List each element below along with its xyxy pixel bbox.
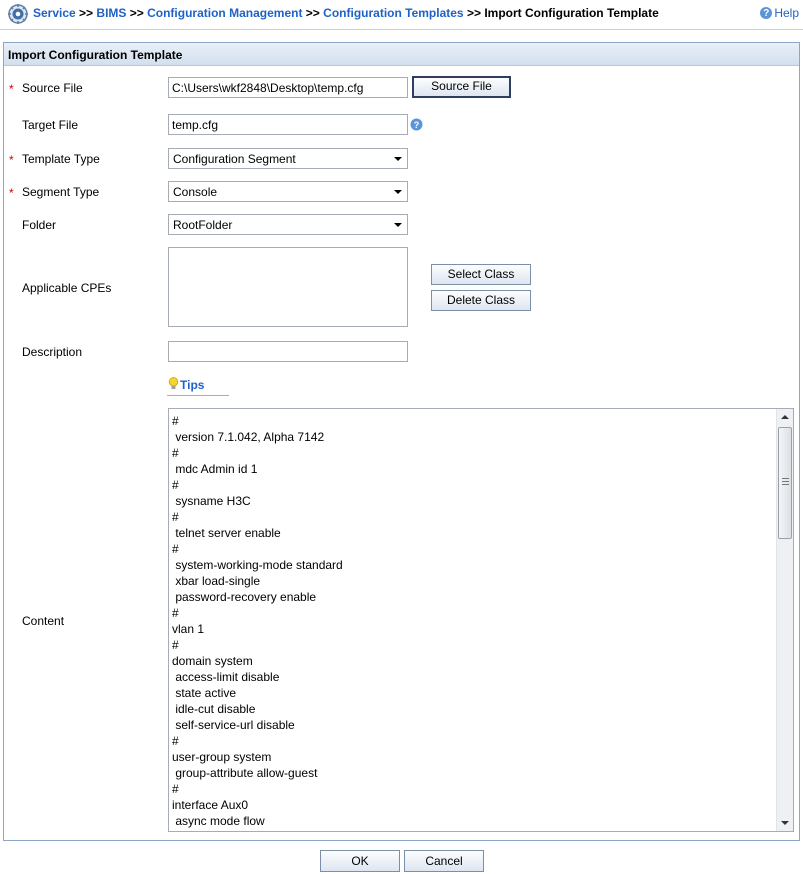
template-type-value: Configuration Segment (173, 152, 296, 166)
svg-text:?: ? (414, 120, 420, 130)
content-line: link-protocol ppp (172, 829, 343, 831)
source-file-input[interactable]: C:\Users\wkf2848\Desktop\temp.cfg (168, 77, 408, 98)
breadcrumb-separator: >> (129, 6, 144, 20)
content-line: state active (172, 686, 237, 700)
content-line: # (172, 478, 179, 492)
content-line: vlan 1 (172, 622, 205, 636)
required-marker: * (9, 186, 14, 200)
content-line: interface Aux0 (172, 798, 249, 812)
source-file-label: Source File (22, 81, 83, 95)
help-icon: ? (760, 7, 773, 19)
breadcrumb: Service >> BIMS >> Configuration Managem… (33, 6, 659, 20)
content-scrollbar[interactable] (776, 409, 793, 831)
ok-button[interactable]: OK (320, 850, 400, 872)
breadcrumb-bar: Service >> BIMS >> Configuration Managem… (0, 0, 803, 30)
content-line: # (172, 638, 179, 652)
target-file-label: Target File (22, 118, 79, 132)
breadcrumb-separator: >> (79, 6, 94, 20)
source-file-button[interactable]: Source File (412, 76, 511, 98)
content-line: group-attribute allow-guest (172, 766, 318, 780)
breadcrumb-current: Import Configuration Template (484, 6, 659, 20)
content-line: xbar load-single (172, 574, 261, 588)
content-line: # (172, 510, 179, 524)
content-line: idle-cut disable (172, 702, 256, 716)
chevron-down-icon (394, 157, 402, 161)
segment-type-label: Segment Type (22, 185, 100, 199)
scroll-up-icon[interactable] (777, 409, 793, 425)
content-line: # (172, 606, 179, 620)
folder-select[interactable]: RootFolder (168, 214, 408, 235)
content-line: # (172, 782, 179, 796)
tips-link[interactable]: Tips (167, 375, 229, 396)
content-line: version 7.1.042, Alpha 7142 (172, 430, 325, 444)
description-label: Description (22, 345, 83, 359)
chevron-down-icon (394, 223, 402, 227)
chevron-down-icon (394, 190, 402, 194)
breadcrumb-link-configuration-templates[interactable]: Configuration Templates (323, 6, 463, 20)
folder-value: RootFolder (173, 218, 233, 232)
target-file-input[interactable]: temp.cfg (168, 114, 408, 135)
content-line: user-group system (172, 750, 272, 764)
help-link[interactable]: ? Help (760, 6, 799, 20)
content-line: mdc Admin id 1 (172, 462, 258, 476)
content-line: # (172, 446, 179, 460)
content-line: # (172, 542, 179, 556)
breadcrumb-link-configuration-management[interactable]: Configuration Management (147, 6, 302, 20)
help-label: Help (774, 6, 799, 20)
template-type-select[interactable]: Configuration Segment (168, 148, 408, 169)
scroll-down-icon[interactable] (777, 815, 793, 831)
content-line: password-recovery enable (172, 590, 317, 604)
required-marker: * (9, 82, 14, 96)
required-marker: * (9, 153, 14, 167)
panel-title: Import Configuration Template (4, 43, 799, 66)
content-label: Content (22, 614, 65, 628)
lightbulb-icon (168, 377, 179, 393)
scroll-thumb[interactable] (778, 427, 792, 539)
breadcrumb-link-service[interactable]: Service (33, 6, 76, 20)
content-line: telnet server enable (172, 526, 281, 540)
applicable-cpes-list[interactable] (168, 247, 408, 327)
content-line: self-service-url disable (172, 718, 295, 732)
content-line: domain system (172, 654, 253, 668)
breadcrumb-separator: >> (466, 6, 481, 20)
description-input[interactable] (168, 341, 408, 362)
folder-label: Folder (22, 218, 57, 232)
content-line: async mode flow (172, 814, 265, 828)
content-line: system-working-mode standard (172, 558, 343, 572)
segment-type-value: Console (173, 185, 218, 199)
breadcrumb-link-bims[interactable]: BIMS (96, 6, 126, 20)
gear-icon (7, 3, 29, 25)
content-line: access-limit disable (172, 670, 280, 684)
content-line: # (172, 734, 179, 748)
cancel-button[interactable]: Cancel (404, 850, 484, 872)
content-line: # (172, 414, 179, 428)
segment-type-select[interactable]: Console (168, 181, 408, 202)
target-file-help-icon[interactable]: ? (410, 118, 423, 134)
breadcrumb-separator: >> (305, 6, 320, 20)
delete-class-button[interactable]: Delete Class (431, 290, 531, 311)
content-text: # version 7.1.042, Alpha 7142 # mdc Admin… (172, 413, 343, 831)
content-line: sysname H3C (172, 494, 251, 508)
tips-label: Tips (180, 378, 205, 392)
applicable-cpes-label: Applicable CPEs (22, 281, 112, 295)
content-textarea[interactable]: # version 7.1.042, Alpha 7142 # mdc Admin… (168, 408, 794, 832)
select-class-button[interactable]: Select Class (431, 264, 531, 285)
grip-icon (782, 478, 789, 485)
template-type-label: Template Type (22, 152, 100, 166)
